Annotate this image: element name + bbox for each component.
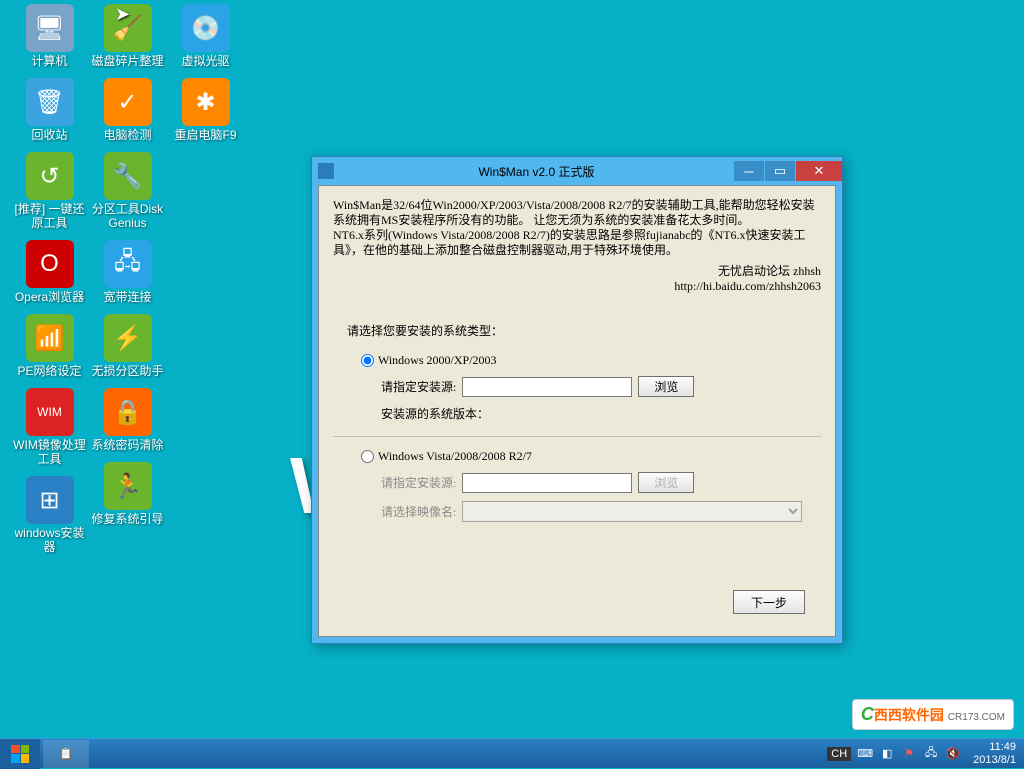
credit-author: 无忧启动论坛 zhhsh bbox=[333, 264, 821, 279]
desktop-icon-pe-net[interactable]: 📶 PE网络设定 bbox=[12, 314, 87, 378]
desktop-icon-pc-check[interactable]: ✓ 电脑检测 bbox=[90, 78, 165, 142]
source-label-2: 请指定安装源: bbox=[381, 474, 456, 491]
icon-label: 系统密码清除 bbox=[90, 438, 165, 452]
radio-nt6-label: Windows Vista/2008/2008 R2/7 bbox=[378, 449, 532, 464]
pc-check-icon: ✓ bbox=[104, 78, 152, 126]
credit-url: http://hi.baidu.com/zhhsh2063 bbox=[333, 279, 821, 294]
app-icon bbox=[318, 163, 334, 179]
diskgenius-icon: 🔧 bbox=[104, 152, 152, 200]
icon-label: windows安装器 bbox=[12, 526, 87, 554]
desktop-icon-opera[interactable]: O Opera浏览器 bbox=[12, 240, 87, 304]
windows-icon bbox=[11, 745, 29, 763]
icon-label: WIM镜像处理工具 bbox=[12, 438, 87, 466]
clock-date: 2013/8/1 bbox=[973, 754, 1016, 767]
icon-label: 宽带连接 bbox=[90, 290, 165, 304]
desktop-icon-win-installer[interactable]: ⊞windows安装器 bbox=[12, 476, 87, 554]
defrag-icon: 🧹 bbox=[104, 4, 152, 52]
desktop-icon-pwd-clear[interactable]: 🔒 系统密码清除 bbox=[90, 388, 165, 452]
minimize-button[interactable]: ─ bbox=[734, 161, 764, 181]
brand-watermark: C西西软件园 CR173.COM bbox=[852, 699, 1014, 730]
icon-label: 虚拟光驱 bbox=[168, 54, 243, 68]
taskbar: 📋 CH ⌨ ◧ ⚑ 🖧 🔇 11:49 2013/8/1 bbox=[0, 738, 1024, 768]
network-icon[interactable]: 🖧 bbox=[923, 746, 939, 762]
keyboard-icon[interactable]: ⌨ bbox=[857, 746, 873, 762]
radio-nt6[interactable]: Windows Vista/2008/2008 R2/7 bbox=[361, 449, 532, 464]
dialog-body: Win$Man是32/64位Win2000/XP/2003/Vista/2008… bbox=[318, 185, 836, 637]
restart-f9-icon: ✱ bbox=[182, 78, 230, 126]
option-group-nt6: Windows Vista/2008/2008 R2/7 请指定安装源: 浏览 … bbox=[361, 449, 821, 522]
image-label: 请选择映像名: bbox=[381, 503, 456, 520]
icon-label: 回收站 bbox=[12, 128, 87, 142]
boot-repair-icon: 🏃 bbox=[104, 462, 152, 510]
icon-label: PE网络设定 bbox=[12, 364, 87, 378]
wim-tool-icon: WIM bbox=[26, 388, 74, 436]
intro-text-2: NT6.x系列(Windows Vista/2008/2008 R2/7)的安装… bbox=[333, 228, 821, 258]
restore-tool-icon: ↺ bbox=[26, 152, 74, 200]
version-label: 安装源的系统版本： bbox=[381, 405, 489, 422]
maximize-button[interactable]: ▭ bbox=[765, 161, 795, 181]
security-icon[interactable]: ⚑ bbox=[901, 746, 917, 762]
intro-text-1: Win$Man是32/64位Win2000/XP/2003/Vista/2008… bbox=[333, 198, 821, 228]
select-type-label: 请选择您要安装的系统类型： bbox=[347, 322, 821, 339]
start-button[interactable] bbox=[0, 739, 40, 769]
pwd-clear-icon: 🔒 bbox=[104, 388, 152, 436]
clock[interactable]: 11:49 2013/8/1 bbox=[973, 741, 1016, 767]
desktop-icon-broadband[interactable]: 🖧 宽带连接 bbox=[90, 240, 165, 304]
icon-label: [推荐] 一键还原工具 bbox=[12, 202, 87, 230]
clock-time: 11:49 bbox=[973, 741, 1016, 754]
win-installer-icon: ⊞ bbox=[26, 476, 74, 524]
desktop-icon-boot-repair[interactable]: 🏃 修复系统引导 bbox=[90, 462, 165, 526]
separator bbox=[333, 436, 821, 437]
icon-label: 重启电脑F9 bbox=[168, 128, 243, 142]
desktop-icon-virtual-drive[interactable]: 💿 虚拟光驱 bbox=[168, 4, 243, 68]
computer-icon: 🖥 bbox=[26, 4, 74, 52]
tray-icon-1[interactable]: ◧ bbox=[879, 746, 895, 762]
browse-button-2[interactable]: 浏览 bbox=[638, 472, 694, 493]
icon-label: 磁盘碎片整理 bbox=[90, 54, 165, 68]
desktop-icon-defrag[interactable]: 🧹 磁盘碎片整理 bbox=[90, 4, 165, 68]
browse-button-1[interactable]: 浏览 bbox=[638, 376, 694, 397]
system-tray: CH ⌨ ◧ ⚑ 🖧 🔇 11:49 2013/8/1 bbox=[827, 741, 1024, 767]
opera-icon: O bbox=[26, 240, 74, 288]
close-button[interactable]: ✕ bbox=[796, 161, 842, 181]
broadband-icon: 🖧 bbox=[104, 240, 152, 288]
desktop-icon-lossless-part[interactable]: ⚡ 无损分区助手 bbox=[90, 314, 165, 378]
radio-nt5-input[interactable] bbox=[361, 354, 374, 367]
icon-label: 电脑检测 bbox=[90, 128, 165, 142]
radio-nt5[interactable]: Windows 2000/XP/2003 bbox=[361, 353, 497, 368]
desktop-icon-recycle-bin[interactable]: 🗑 回收站 bbox=[12, 78, 87, 142]
desktop-icon-restore-tool[interactable]: ↺[推荐] 一键还原工具 bbox=[12, 152, 87, 230]
radio-nt6-input[interactable] bbox=[361, 450, 374, 463]
image-select[interactable] bbox=[462, 501, 802, 522]
icon-label: 修复系统引导 bbox=[90, 512, 165, 526]
desktop-icon-diskgenius[interactable]: 🔧分区工具DiskGenius bbox=[90, 152, 165, 230]
pe-net-icon: 📶 bbox=[26, 314, 74, 362]
taskbar-app-winsman[interactable]: 📋 bbox=[43, 740, 89, 768]
icon-label: 无损分区助手 bbox=[90, 364, 165, 378]
option-group-nt5: Windows 2000/XP/2003 请指定安装源: 浏览 安装源的系统版本… bbox=[361, 353, 821, 422]
desktop-icon-restart-f9[interactable]: ✱ 重启电脑F9 bbox=[168, 78, 243, 142]
winsman-dialog: Win$Man v2.0 正式版 ─ ▭ ✕ Win$Man是32/64位Win… bbox=[311, 156, 843, 644]
titlebar[interactable]: Win$Man v2.0 正式版 ─ ▭ ✕ bbox=[312, 157, 842, 185]
app-icon: 📋 bbox=[59, 747, 73, 760]
ime-indicator[interactable]: CH bbox=[827, 747, 851, 761]
icon-label: Opera浏览器 bbox=[12, 290, 87, 304]
next-button[interactable]: 下一步 bbox=[733, 590, 805, 614]
icon-label: 分区工具DiskGenius bbox=[90, 202, 165, 230]
window-title: Win$Man v2.0 正式版 bbox=[340, 163, 733, 180]
desktop-icon-computer[interactable]: 🖥 计算机 bbox=[12, 4, 87, 68]
radio-nt5-label: Windows 2000/XP/2003 bbox=[378, 353, 497, 368]
virtual-drive-icon: 💿 bbox=[182, 4, 230, 52]
volume-icon[interactable]: 🔇 bbox=[945, 746, 961, 762]
lossless-part-icon: ⚡ bbox=[104, 314, 152, 362]
icon-label: 计算机 bbox=[12, 54, 87, 68]
recycle-bin-icon: 🗑 bbox=[26, 78, 74, 126]
desktop-icon-wim-tool[interactable]: WIMWIM镜像处理工具 bbox=[12, 388, 87, 466]
source-input-1[interactable] bbox=[462, 377, 632, 397]
source-input-2[interactable] bbox=[462, 473, 632, 493]
source-label-1: 请指定安装源: bbox=[381, 378, 456, 395]
